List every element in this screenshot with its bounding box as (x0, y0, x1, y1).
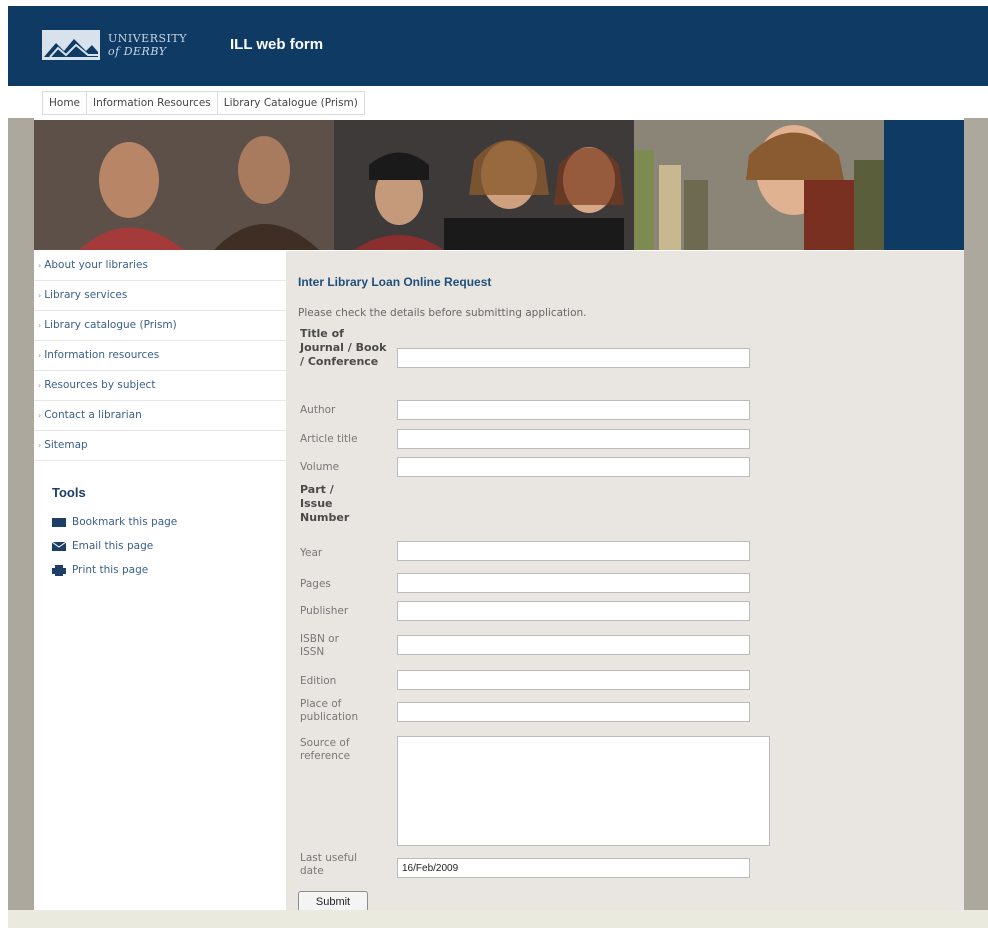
sidebar: › About your libraries › Library services … (34, 251, 286, 910)
sidebar-item-about[interactable]: › About your libraries (34, 251, 286, 281)
label-year: Year (300, 547, 323, 559)
logo-line1: UNIVERSITY (108, 32, 187, 45)
pages-input[interactable] (397, 573, 750, 593)
edition-input[interactable] (397, 670, 750, 690)
bookmark-link[interactable]: Bookmark this page (52, 510, 286, 534)
tools-heading: Tools (52, 485, 86, 500)
label-volume: Volume (300, 461, 340, 473)
chevron-right-icon: › (38, 351, 42, 360)
print-link[interactable]: Print this page (52, 558, 286, 582)
label-source: Source of reference (300, 737, 351, 762)
sidebar-item-services[interactable]: › Library services (34, 281, 286, 311)
topnav-information-resources[interactable]: Information Resources (87, 92, 218, 114)
article-title-input[interactable] (397, 429, 750, 449)
author-input[interactable] (397, 400, 750, 420)
topnav-library-catalogue[interactable]: Library Catalogue (Prism) (218, 92, 364, 114)
top-navigation: Home Information Resources Library Catal… (8, 86, 988, 118)
frame-right (964, 118, 988, 910)
volume-input[interactable] (397, 457, 750, 477)
chevron-right-icon: › (38, 381, 42, 390)
title-input[interactable] (397, 348, 750, 368)
label-author: Author (300, 404, 336, 416)
label-isbn: ISBN or ISSN (300, 633, 339, 658)
topnav-home[interactable]: Home (43, 92, 88, 114)
publisher-input[interactable] (397, 601, 750, 621)
form-intro: Please check the details before submitti… (298, 307, 587, 319)
sidebar-item-sitemap[interactable]: › Sitemap (34, 431, 286, 461)
logo-text: UNIVERSITY of DERBY (108, 32, 187, 58)
main-content: Inter Library Loan Online Request Please… (286, 251, 964, 913)
form-title: Inter Library Loan Online Request (298, 275, 492, 289)
last-useful-date-input[interactable] (397, 858, 750, 878)
chevron-right-icon: › (38, 291, 42, 300)
label-edition: Edition (300, 675, 337, 687)
label-last-date: Last useful date (300, 852, 358, 877)
site-header: UNIVERSITY of DERBY ILL web form (8, 6, 988, 86)
label-title: Title of Journal / Book / Conference (300, 327, 387, 368)
label-part-issue: Part / Issue Number (300, 483, 350, 524)
sidebar-item-subject[interactable]: › Resources by subject (34, 371, 286, 401)
label-article-title: Article title (300, 433, 358, 445)
bookmark-icon (52, 517, 66, 528)
frame-left (8, 118, 34, 910)
chevron-right-icon: › (38, 441, 42, 450)
chevron-right-icon: › (38, 321, 42, 330)
sidebar-item-catalogue[interactable]: › Library catalogue (Prism) (34, 311, 286, 341)
sidebar-item-information[interactable]: › Information resources (34, 341, 286, 371)
source-textarea[interactable] (397, 736, 770, 846)
label-place: Place of publication (300, 698, 359, 723)
university-logo[interactable]: UNIVERSITY of DERBY (42, 30, 187, 60)
banner-image (34, 120, 964, 250)
mountains-logo-icon (42, 30, 100, 60)
app-title: ILL web form (230, 36, 324, 53)
label-pages: Pages (300, 578, 331, 590)
place-input[interactable] (397, 702, 750, 722)
email-link[interactable]: Email this page (51, 534, 286, 558)
print-icon (52, 564, 66, 576)
chevron-right-icon: › (38, 411, 42, 420)
logo-line2: of DERBY (108, 45, 167, 58)
year-input[interactable] (397, 541, 750, 561)
label-publisher: Publisher (300, 605, 349, 617)
footer-bar (8, 910, 988, 928)
email-icon (51, 541, 67, 552)
isbn-input[interactable] (397, 635, 750, 655)
chevron-right-icon: › (38, 261, 42, 270)
sidebar-item-contact[interactable]: › Contact a librarian (34, 401, 286, 431)
